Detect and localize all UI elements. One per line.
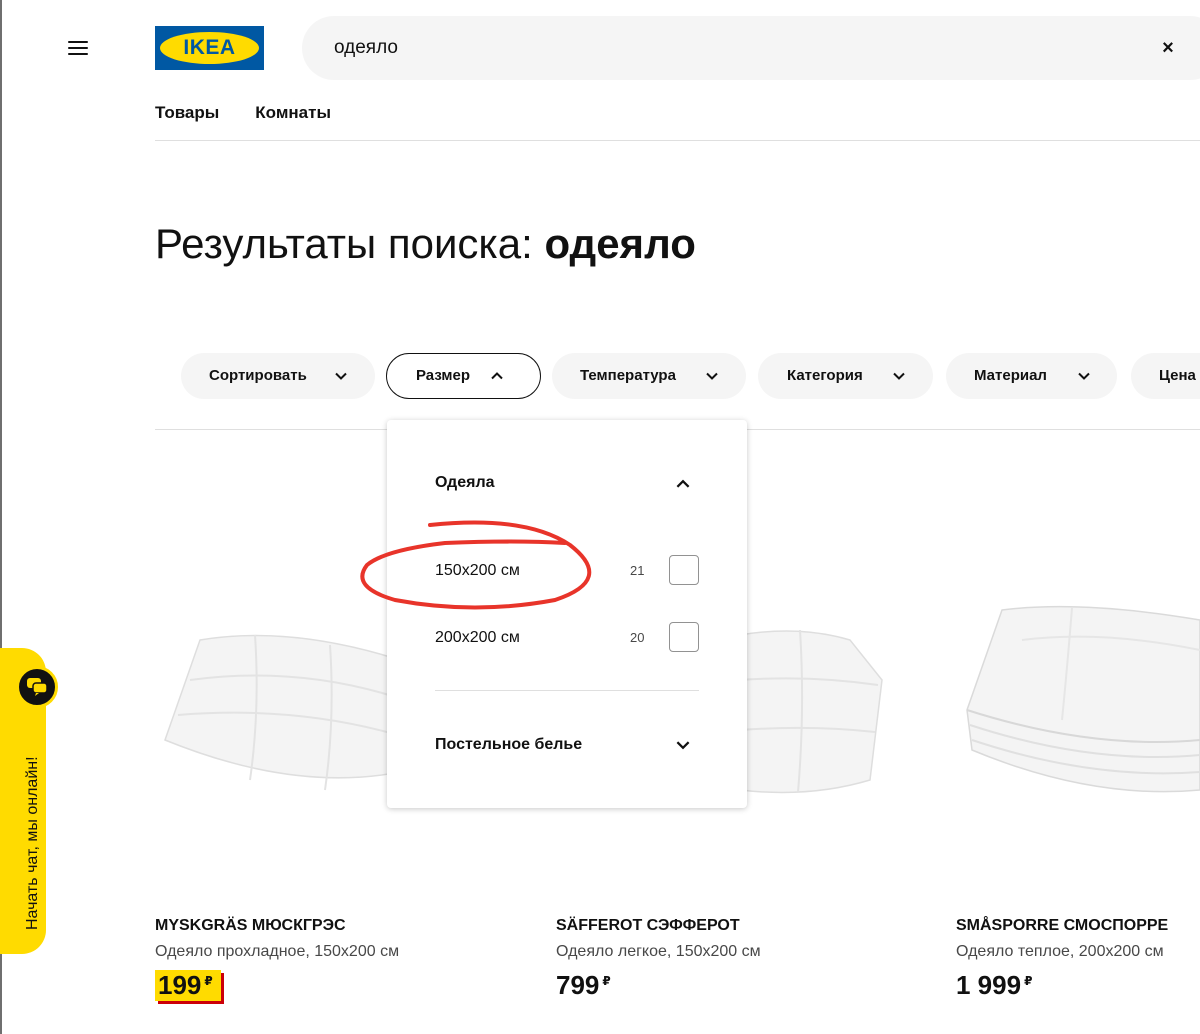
dropdown-group-title[interactable]: Одеяла [435, 474, 495, 492]
filter-size[interactable]: Размер [386, 353, 541, 399]
filter-material[interactable]: Материал [946, 353, 1117, 399]
filter-category[interactable]: Категория [758, 353, 933, 399]
product-desc-smasporre: Одеяло теплое, 200x200 см [956, 943, 1164, 960]
tab-products[interactable]: Товары [155, 103, 219, 123]
product-desc-myskgras: Одеяло прохладное, 150x200 см [155, 943, 400, 960]
product-price-smasporre: 1 999 ₽ [956, 970, 1032, 1001]
page-title: Результаты поиска: одеяло [155, 220, 696, 268]
product-image-safferot[interactable] [740, 620, 885, 800]
size-option-label[interactable]: 150x200 см [435, 562, 520, 580]
clear-search-icon[interactable]: × [1158, 38, 1178, 58]
product-price-myskgras: 199 ₽ [155, 970, 221, 1001]
chevron-down-icon[interactable] [674, 736, 692, 754]
product-name-safferot[interactable]: SÄFFEROT СЭФФЕРОТ [556, 917, 740, 935]
currency-symbol: ₽ [1024, 974, 1033, 988]
filter-sort[interactable]: Сортировать [181, 353, 375, 399]
page-title-prefix: Результаты поиска: [155, 220, 545, 267]
size-option-count: 21 [630, 563, 645, 578]
chat-tab[interactable]: Начать чат, мы онлайн! [0, 648, 58, 954]
filter-sort-label: Сортировать [209, 367, 307, 384]
dropdown-subgroup-title[interactable]: Постельное белье [435, 736, 582, 754]
product-image-myskgras[interactable] [160, 620, 420, 800]
page-title-query: одеяло [544, 220, 696, 267]
size-option-checkbox[interactable] [669, 555, 699, 585]
filter-price[interactable]: Цена [1131, 353, 1200, 399]
result-tabs: Товары Комнаты [155, 103, 331, 123]
currency-symbol: ₽ [204, 974, 213, 988]
chevron-up-icon [491, 372, 503, 380]
product-image-smasporre[interactable] [962, 600, 1200, 810]
hamburger-menu-icon[interactable] [60, 32, 96, 64]
filter-category-label: Категория [787, 367, 863, 384]
price-value: 1 999 [956, 970, 1022, 1000]
price-value: 199 [158, 970, 202, 1000]
product-name-myskgras[interactable]: MYSKGRÄS МЮСКГРЭС [155, 917, 346, 935]
chevron-down-icon [1078, 372, 1090, 380]
filter-price-label: Цена [1159, 367, 1196, 384]
filter-material-label: Материал [974, 367, 1047, 384]
search-input[interactable] [334, 16, 1134, 80]
currency-symbol: ₽ [602, 974, 611, 988]
dropdown-divider [435, 690, 699, 691]
tab-rooms[interactable]: Комнаты [255, 103, 331, 123]
filter-temperature[interactable]: Температура [552, 353, 746, 399]
product-desc-safferot: Одеяло легкое, 150x200 см [556, 943, 761, 960]
chevron-down-icon [335, 372, 347, 380]
filter-temperature-label: Температура [580, 367, 676, 384]
logo-text: IKEA [183, 36, 236, 59]
product-price-safferot: 799 ₽ [556, 970, 611, 1001]
size-option-count: 20 [630, 630, 645, 645]
chevron-up-icon[interactable] [674, 475, 692, 493]
size-option-checkbox[interactable] [669, 622, 699, 652]
chat-bubble-icon [16, 666, 58, 708]
chat-label: Начать чат, мы онлайн! [24, 756, 41, 930]
ikea-logo[interactable]: IKEA [155, 26, 264, 70]
tabs-divider [155, 140, 1200, 141]
chevron-down-icon [893, 372, 905, 380]
product-name-smasporre[interactable]: SMÅSPORRE СМОСПОРРЕ [956, 917, 1168, 935]
price-value: 799 [556, 970, 600, 1000]
filter-size-label: Размер [416, 367, 471, 384]
size-filter-dropdown: Одеяла 150x200 см 21 200x200 см 20 Посте… [387, 420, 747, 808]
chevron-down-icon [706, 372, 718, 380]
search-bar: × [302, 16, 1200, 80]
size-option-label[interactable]: 200x200 см [435, 629, 520, 647]
